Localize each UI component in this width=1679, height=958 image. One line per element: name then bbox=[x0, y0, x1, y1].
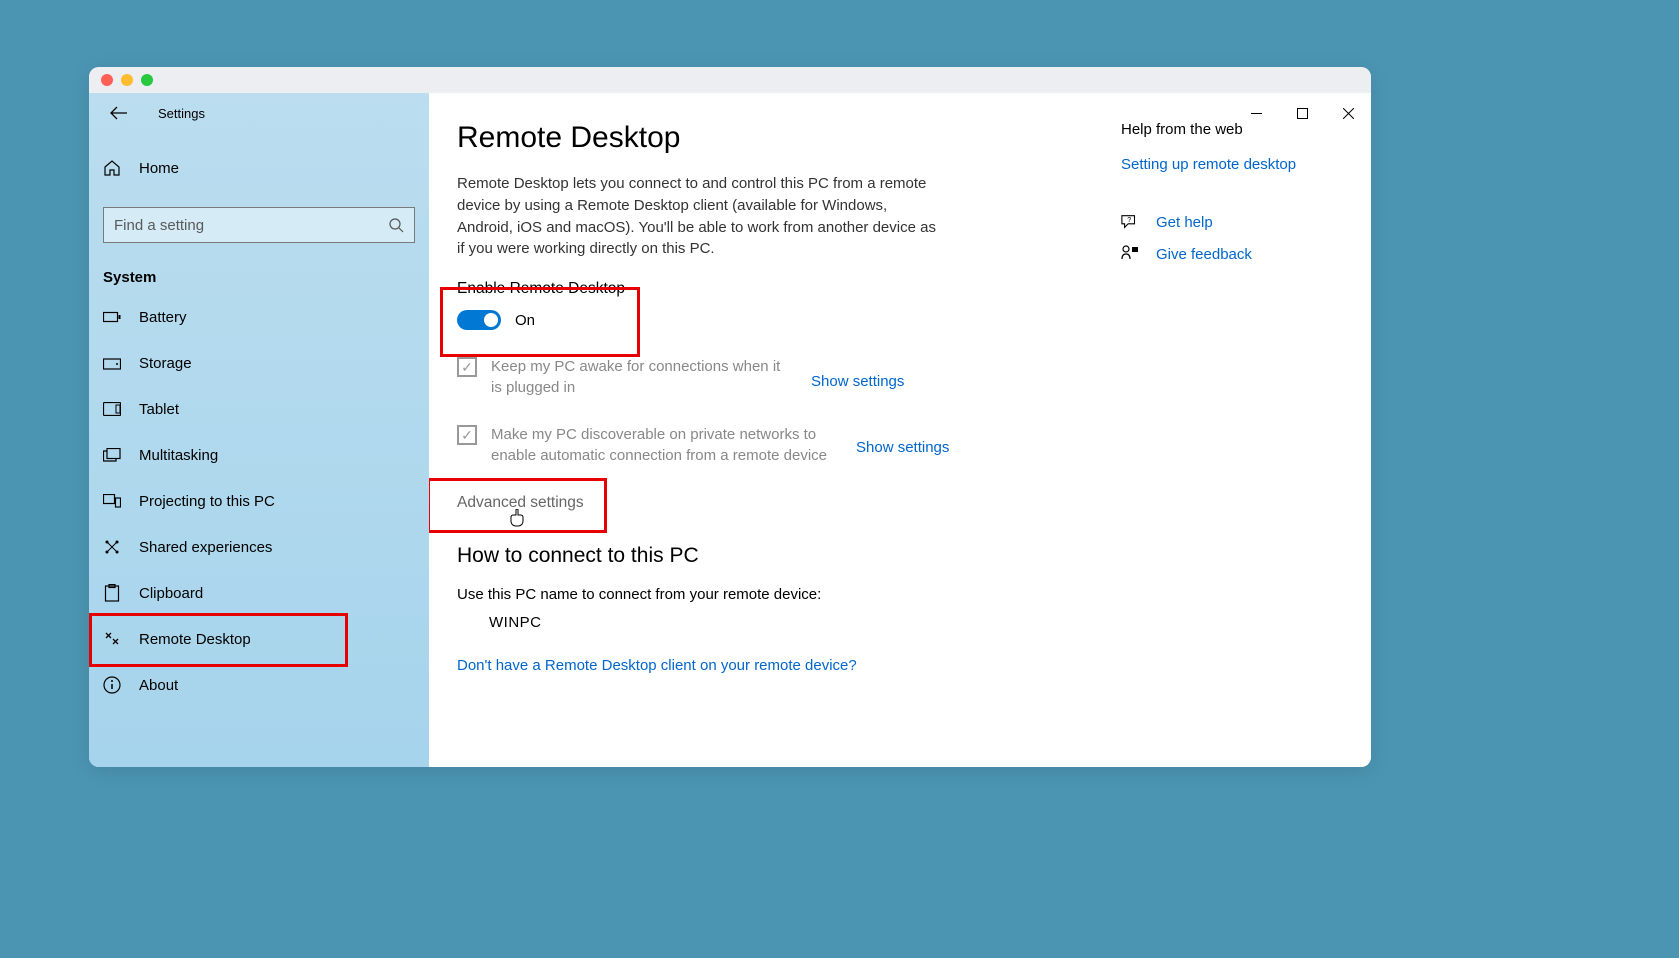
sidebar-section-header: System bbox=[103, 269, 415, 286]
discoverable-label: Make my PC discoverable on private netwo… bbox=[491, 424, 836, 466]
sidebar-item-label: Projecting to this PC bbox=[139, 493, 275, 510]
show-settings-link-2[interactable]: Show settings bbox=[856, 439, 949, 456]
help-setup-link[interactable]: Setting up remote desktop bbox=[1121, 156, 1341, 173]
shared-icon bbox=[103, 538, 121, 556]
how-to-connect-title: How to connect to this PC bbox=[457, 544, 1371, 568]
app-title: Settings bbox=[158, 106, 205, 121]
give-feedback-label: Give feedback bbox=[1156, 246, 1252, 263]
sidebar-item-shared-experiences[interactable]: Shared experiences bbox=[89, 524, 429, 570]
remote-desktop-toggle[interactable] bbox=[457, 310, 501, 330]
battery-icon bbox=[103, 308, 121, 326]
page-description: Remote Desktop lets you connect to and c… bbox=[457, 173, 937, 260]
search-icon bbox=[388, 217, 404, 233]
download-client-link[interactable]: Don't have a Remote Desktop client on yo… bbox=[457, 657, 857, 674]
sidebar-item-remote-desktop[interactable]: Remote Desktop bbox=[89, 616, 429, 662]
sidebar: Settings Home System Battery bbox=[89, 93, 429, 767]
sidebar-item-clipboard[interactable]: Clipboard bbox=[89, 570, 429, 616]
help-panel: Help from the web Setting up remote desk… bbox=[1121, 121, 1341, 277]
sidebar-home[interactable]: Home bbox=[89, 147, 429, 189]
close-button[interactable] bbox=[1325, 93, 1371, 133]
keep-awake-label: Keep my PC awake for connections when it… bbox=[491, 356, 791, 398]
search-input-container[interactable] bbox=[103, 207, 415, 243]
about-icon bbox=[103, 676, 121, 694]
cursor-icon bbox=[509, 509, 525, 527]
projecting-icon bbox=[103, 492, 121, 510]
minimize-button[interactable] bbox=[1233, 93, 1279, 133]
sidebar-item-storage[interactable]: Storage bbox=[89, 340, 429, 386]
remote-desktop-icon bbox=[103, 630, 121, 648]
advanced-settings-label: Advanced settings bbox=[457, 494, 584, 511]
sidebar-item-label: Multitasking bbox=[139, 447, 218, 464]
mac-minimize-icon[interactable] bbox=[121, 74, 133, 86]
multitasking-icon bbox=[103, 446, 121, 464]
sidebar-item-battery[interactable]: Battery bbox=[89, 294, 429, 340]
sidebar-item-about[interactable]: About bbox=[89, 662, 429, 708]
settings-window: Settings Home System Battery bbox=[89, 67, 1371, 767]
get-help-link[interactable]: ? Get help bbox=[1121, 213, 1341, 231]
feedback-icon bbox=[1121, 245, 1139, 263]
keep-awake-checkbox[interactable]: ✓ bbox=[457, 357, 477, 377]
show-settings-link-1[interactable]: Show settings bbox=[811, 373, 904, 390]
home-icon bbox=[103, 159, 121, 177]
toggle-state-label: On bbox=[515, 312, 535, 329]
window-controls bbox=[1233, 93, 1371, 133]
sidebar-item-label: Remote Desktop bbox=[139, 631, 251, 648]
tablet-icon bbox=[103, 400, 121, 418]
mac-maximize-icon[interactable] bbox=[141, 74, 153, 86]
sidebar-item-label: Tablet bbox=[139, 401, 179, 418]
sidebar-item-projecting[interactable]: Projecting to this PC bbox=[89, 478, 429, 524]
back-button[interactable] bbox=[109, 103, 129, 123]
sidebar-item-tablet[interactable]: Tablet bbox=[89, 386, 429, 432]
mac-titlebar bbox=[89, 67, 1371, 93]
help-icon: ? bbox=[1121, 213, 1139, 231]
sidebar-item-multitasking[interactable]: Multitasking bbox=[89, 432, 429, 478]
svg-text:?: ? bbox=[1127, 215, 1131, 224]
pc-name-value: WINPC bbox=[489, 614, 1371, 631]
sidebar-home-label: Home bbox=[139, 160, 179, 177]
checkmark-icon: ✓ bbox=[461, 428, 473, 442]
advanced-settings-link[interactable]: Advanced settings bbox=[457, 494, 584, 512]
storage-icon bbox=[103, 354, 121, 372]
checkmark-icon: ✓ bbox=[461, 360, 473, 374]
give-feedback-link[interactable]: Give feedback bbox=[1121, 245, 1341, 263]
sidebar-item-label: Battery bbox=[139, 309, 187, 326]
how-to-connect-text: Use this PC name to connect from your re… bbox=[457, 586, 1371, 603]
clipboard-icon bbox=[103, 584, 121, 602]
sidebar-item-label: Clipboard bbox=[139, 585, 203, 602]
main-content: Remote Desktop Remote Desktop lets you c… bbox=[429, 93, 1371, 767]
sidebar-item-label: About bbox=[139, 677, 178, 694]
toggle-title: Enable Remote Desktop bbox=[457, 280, 1371, 298]
maximize-button[interactable] bbox=[1279, 93, 1325, 133]
sidebar-item-label: Storage bbox=[139, 355, 192, 372]
get-help-label: Get help bbox=[1156, 214, 1213, 231]
sidebar-item-label: Shared experiences bbox=[139, 539, 272, 556]
mac-close-icon[interactable] bbox=[101, 74, 113, 86]
discoverable-checkbox[interactable]: ✓ bbox=[457, 425, 477, 445]
search-input[interactable] bbox=[114, 217, 388, 234]
